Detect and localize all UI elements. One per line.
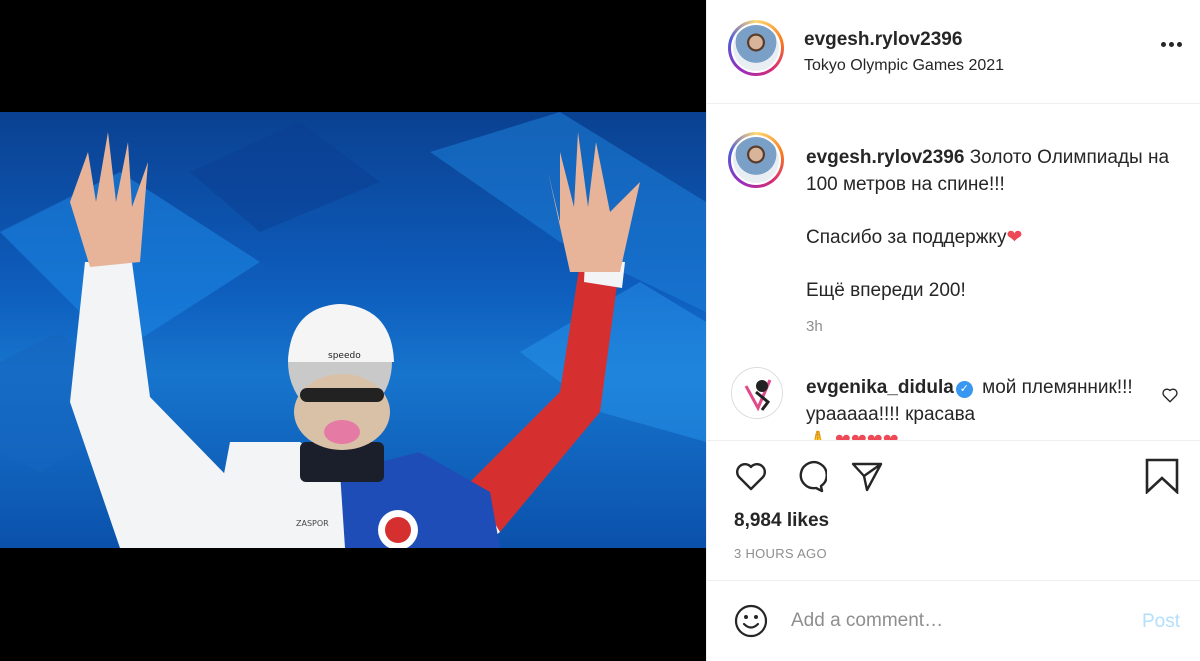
share-icon[interactable] [849, 458, 885, 494]
add-comment-input[interactable] [791, 606, 1111, 636]
red-heart-emoji: ❤ [1006, 227, 1023, 248]
header-username[interactable]: evgesh.rylov2396 [804, 29, 962, 51]
actions-divider [707, 440, 1200, 441]
comments-section[interactable]: evgesh.rylov2396 Золото Олимпиады на 100… [707, 104, 1200, 440]
comment-avatar-image [732, 368, 782, 418]
comment-avatar[interactable] [731, 367, 783, 419]
comment-like-icon[interactable] [1161, 386, 1179, 404]
post-timestamp[interactable]: 3 HOURS AGO [734, 546, 827, 561]
heart-icon[interactable] [733, 458, 769, 494]
comment-icon[interactable] [791, 458, 827, 494]
emoji-icon[interactable] [733, 603, 769, 639]
likes-count[interactable]: 8,984 likes [734, 510, 829, 532]
caption-line-3: Ещё впереди 200! [806, 280, 966, 301]
jacket-text: ZASPOR [296, 519, 329, 528]
comment-box-divider [707, 580, 1200, 581]
swimmer-photo-illustration: speedo ZASPOR [0, 112, 706, 548]
post-media: speedo ZASPOR [0, 0, 706, 661]
avatar-image [733, 25, 779, 71]
header-avatar[interactable] [728, 20, 784, 76]
caption-username[interactable]: evgesh.rylov2396 [806, 147, 964, 168]
more-options-icon[interactable] [1160, 41, 1184, 49]
post-caption: evgesh.rylov2396 Золото Олимпиады на 100… [806, 144, 1186, 330]
comment-emoji: 🙏 ❤❤❤❤ [806, 431, 899, 440]
post-sidebar: evgesh.rylov2396 Tokyo Olympic Games 202… [706, 0, 1200, 661]
comment-username[interactable]: evgenika_didula [806, 377, 954, 398]
caption-timestamp[interactable]: 3h [806, 318, 823, 335]
caption-avatar[interactable] [728, 132, 784, 188]
post-photo[interactable]: speedo ZASPOR [0, 112, 706, 548]
avatar-image [733, 137, 779, 183]
header-location[interactable]: Tokyo Olympic Games 2021 [804, 57, 1004, 75]
bookmark-icon[interactable] [1144, 458, 1180, 494]
post-comment-button[interactable]: Post [1142, 611, 1180, 633]
verified-icon: ✓ [955, 381, 973, 398]
caption-line-2: Спасибо за поддержку [806, 227, 1007, 248]
comment-text: evgenika_didula ✓ мой племянник!!! ураааа… [806, 374, 1136, 440]
cap-brand-text: speedo [328, 351, 361, 361]
